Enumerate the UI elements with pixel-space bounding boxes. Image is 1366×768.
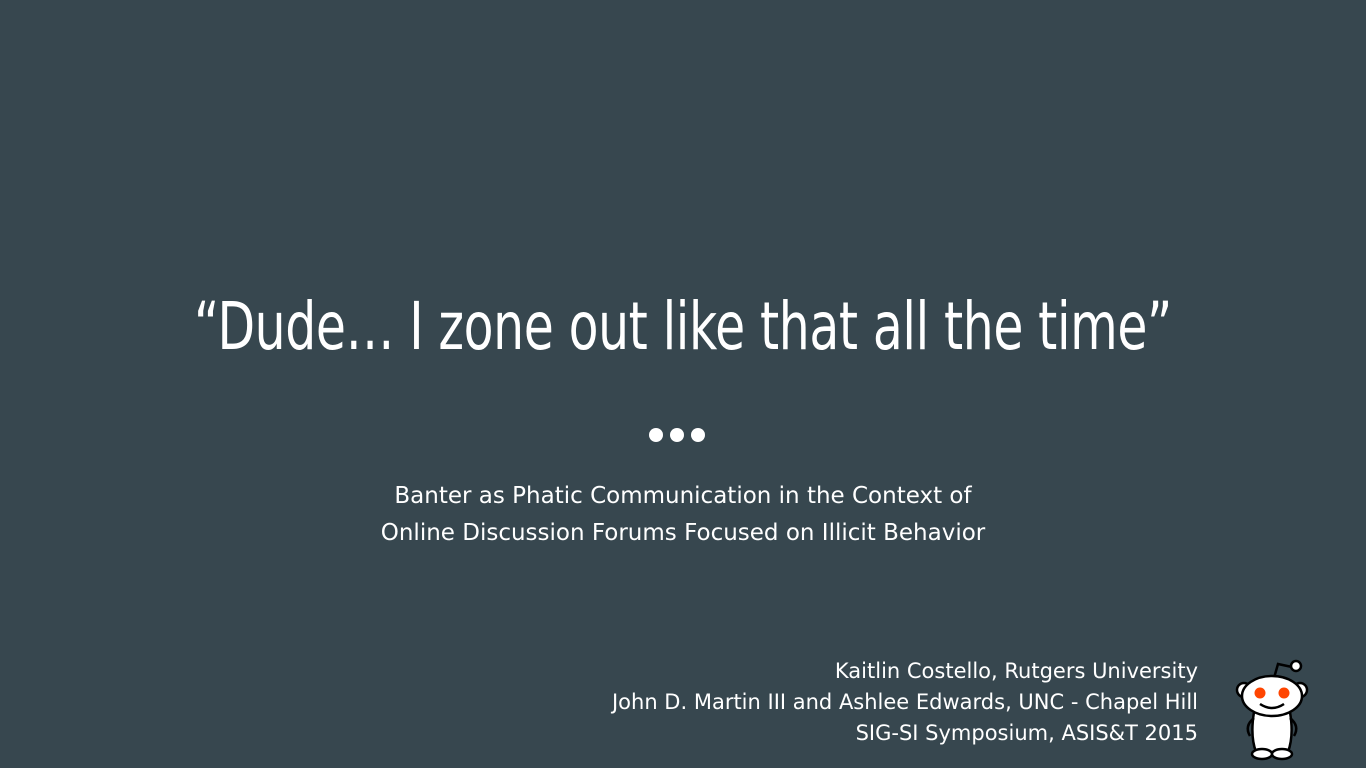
- reddit-alien-icon: [1235, 659, 1309, 761]
- author-credits: Kaitlin Costello, Rutgers University Joh…: [612, 656, 1198, 749]
- divider-dot: [691, 428, 705, 442]
- subtitle-line: Online Discussion Forums Focused on Illi…: [380, 520, 986, 546]
- divider-dot: [670, 428, 684, 442]
- divider-dot: [649, 428, 663, 442]
- slide: “Dude… I zone out like that all the time…: [0, 0, 1366, 768]
- subtitle-line: Banter as Phatic Communication in the Co…: [394, 483, 972, 509]
- author-line: Kaitlin Costello, Rutgers University: [834, 659, 1198, 683]
- author-line: SIG-SI Symposium, ASIS&T 2015: [855, 721, 1198, 745]
- slide-title: “Dude… I zone out like that all the time…: [194, 288, 1172, 365]
- slide-subtitle: Banter as Phatic Communication in the Co…: [0, 478, 1366, 552]
- author-line: John D. Martin III and Ashlee Edwards, U…: [611, 690, 1198, 714]
- ellipsis-divider: [649, 428, 705, 442]
